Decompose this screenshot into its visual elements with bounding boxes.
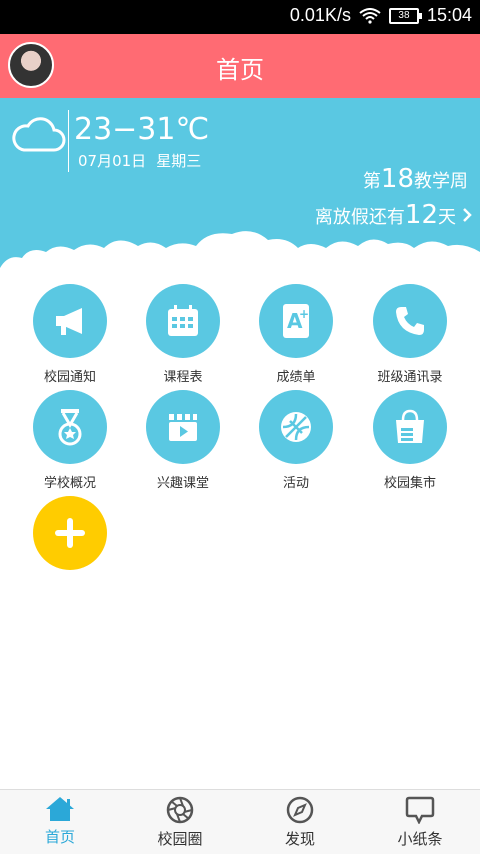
grid-label: 课程表 xyxy=(163,370,203,385)
tab-label: 首页 xyxy=(44,828,75,846)
video-icon xyxy=(169,414,197,441)
chevron-right-icon xyxy=(463,208,472,222)
grid-label: 成绩单 xyxy=(276,370,316,385)
grid-label: 校园通知 xyxy=(43,370,96,385)
add-button[interactable] xyxy=(33,496,107,570)
grade-circle[interactable]: A + xyxy=(259,284,333,358)
tab-notes[interactable]: 小纸条 xyxy=(360,790,480,854)
tab-campus-circle[interactable]: 校园圈 xyxy=(120,790,240,854)
home-icon xyxy=(46,797,74,821)
grid-label: 班级通讯录 xyxy=(377,370,443,385)
grid-item-activity[interactable]: 活动 xyxy=(236,390,356,491)
cloud-icon xyxy=(12,117,66,152)
grid-item-timetable[interactable]: 课程表 xyxy=(123,284,243,385)
phone-icon xyxy=(396,307,424,335)
svg-text:+: + xyxy=(299,307,309,321)
week-prefix: 第 xyxy=(362,171,381,192)
grid-item-school-overview[interactable]: 学校概况 xyxy=(10,390,130,491)
battery-level: 38 xyxy=(398,9,410,21)
grid-item-interest-class[interactable]: 兴趣课堂 xyxy=(123,390,243,491)
battery-icon: 38 xyxy=(388,7,422,24)
shopping-bag-circle[interactable] xyxy=(373,390,447,464)
ball-icon xyxy=(281,412,311,442)
compass-icon xyxy=(286,796,314,824)
cloud-border xyxy=(0,231,480,284)
chat-bubble-icon xyxy=(405,796,435,824)
bottom-nav: 首页 校园圈 发现 小纸条 xyxy=(0,789,480,854)
teaching-week: 第18教学周 xyxy=(363,164,468,194)
tab-label: 小纸条 xyxy=(397,830,443,848)
wifi-icon xyxy=(359,7,381,24)
date-text: 07月01日 xyxy=(78,152,147,170)
plus-icon xyxy=(55,518,85,548)
calendar-icon xyxy=(168,305,198,336)
megaphone-icon xyxy=(56,308,82,335)
grid-item-report-card[interactable]: A + 成绩单 xyxy=(236,284,356,385)
grade-icon: A + xyxy=(283,304,309,338)
weather-divider xyxy=(68,110,69,172)
week-number: 18 xyxy=(380,164,414,194)
grid-label: 校园集市 xyxy=(383,476,436,491)
grid-label: 兴趣课堂 xyxy=(156,476,209,491)
shopping-bag-icon xyxy=(396,409,424,443)
ball-circle[interactable] xyxy=(259,390,333,464)
phone-circle[interactable] xyxy=(373,284,447,358)
status-bar: 0.01K/s 38 15:04 xyxy=(0,0,480,34)
megaphone-circle[interactable] xyxy=(33,284,107,358)
page-title: 首页 xyxy=(216,56,264,84)
temperature: 23−31℃ xyxy=(74,112,210,147)
grid-label: 活动 xyxy=(282,476,309,491)
grid-item-class-contacts[interactable]: 班级通讯录 xyxy=(350,284,470,385)
medal-circle[interactable] xyxy=(33,390,107,464)
calendar-circle[interactable] xyxy=(146,284,220,358)
app-header: 首页 xyxy=(0,34,480,98)
grid-item-add[interactable] xyxy=(10,496,130,570)
network-speed: 0.01K/s xyxy=(289,5,351,25)
video-circle[interactable] xyxy=(146,390,220,464)
week-suffix: 教学周 xyxy=(414,171,468,192)
aperture-icon xyxy=(166,796,194,824)
tab-discover[interactable]: 发现 xyxy=(240,790,360,854)
tab-label: 校园圈 xyxy=(157,830,203,848)
tab-home[interactable]: 首页 xyxy=(0,790,120,854)
tab-label: 发现 xyxy=(284,830,315,848)
grid-item-campus-market[interactable]: 校园集市 xyxy=(350,390,470,491)
weekday-text: 星期三 xyxy=(156,152,202,170)
grid-item-campus-notice[interactable]: 校园通知 xyxy=(10,284,130,385)
clock: 15:04 xyxy=(426,5,472,25)
grid-label: 学校概况 xyxy=(43,476,96,491)
medal-icon xyxy=(58,409,82,446)
